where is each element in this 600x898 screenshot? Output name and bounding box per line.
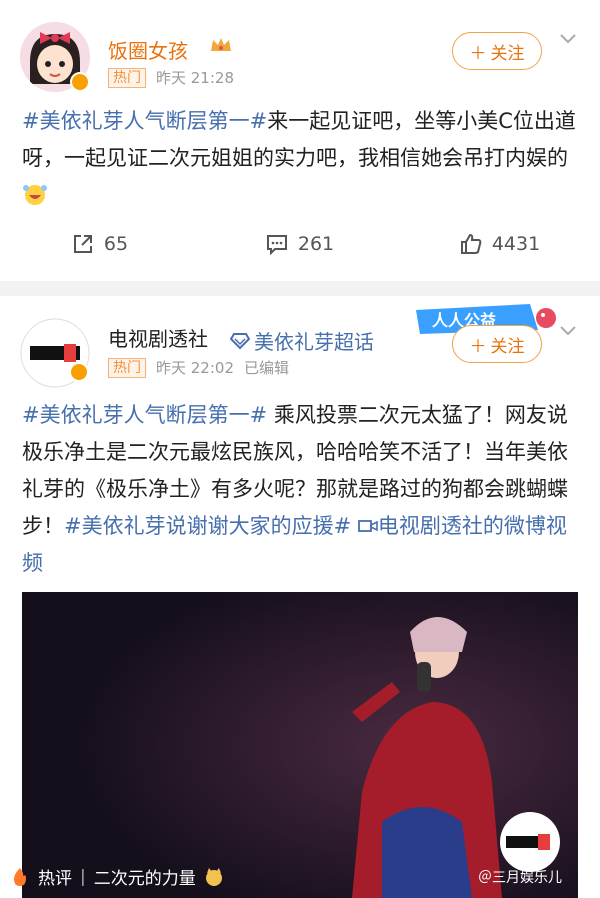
verified-badge-icon: [70, 72, 90, 92]
video-player[interactable]: [22, 592, 578, 898]
tv-drama-logo-icon: [506, 834, 550, 850]
follow-label: 关注: [490, 43, 525, 64]
source-watermark: ＠三月娱乐儿: [478, 870, 562, 886]
hot-tag: 热门: [108, 67, 146, 88]
edited-label: 已编辑: [244, 359, 290, 377]
repost-count: 65: [103, 233, 129, 255]
author-name[interactable]: 电视剧透社: [108, 323, 208, 352]
follow-label: 关注: [490, 336, 525, 357]
fire-icon: [14, 867, 26, 886]
video-frame: [22, 592, 578, 898]
thumbs-up-icon: [460, 233, 482, 254]
hot-comment-text: 二次元的力量: [93, 869, 196, 889]
weibo-post-2: 电视剧透社 美依礼芽超话 人人公益 热门 昨天 22:02 已编辑 ＋ 关注 #…: [0, 296, 600, 898]
topic-link[interactable]: #美依礼芽人气断层第一#: [22, 403, 267, 427]
video-camera-icon: [357, 520, 378, 532]
super-topic-label: 美依礼芽超话: [254, 330, 374, 354]
post-meta: 热门 昨天 21:28: [108, 67, 234, 88]
like-button[interactable]: 4431: [400, 233, 600, 255]
comment-icon: [266, 235, 287, 255]
share-icon: [73, 235, 92, 253]
weibo-post-1: 饭圈女孩 热门 昨天 21:28 ＋ 关注 #美依礼芽人气断层第一#来一起见证吧…: [0, 0, 600, 281]
hot-comment-label: 热评: [38, 869, 72, 889]
verified-badge-icon: [69, 362, 89, 382]
post-text: #美依礼芽人气断层第一# 乘风投票二次元太猛了！网友说极乐净土是二次元最炫民族风…: [22, 397, 582, 582]
diamond-icon: [230, 332, 250, 349]
follow-button[interactable]: ＋ 关注: [452, 325, 542, 363]
crown-icon: [211, 38, 231, 51]
comment-button[interactable]: 261: [200, 233, 400, 255]
topic-link-2[interactable]: #美依礼芽说谢谢大家的应援#: [64, 514, 351, 538]
follow-button[interactable]: ＋ 关注: [452, 32, 542, 70]
post-meta: 热门 昨天 22:02 已编辑: [108, 357, 289, 378]
post-time: 昨天 21:28: [156, 69, 234, 87]
like-count: 4431: [491, 233, 541, 255]
post-text: #美依礼芽人气断层第一#来一起见证吧，坐等小美C位出道呀，一起见证二次元姐姐的实…: [22, 103, 582, 214]
post-time: 昨天 22:02: [156, 359, 234, 377]
author-name[interactable]: 饭圈女孩: [108, 35, 188, 64]
topic-link[interactable]: #美依礼芽人气断层第一#: [22, 109, 267, 133]
action-bar: 65 261 4431: [0, 233, 600, 255]
repost-button[interactable]: 65: [0, 233, 200, 255]
chevron-down-icon[interactable]: [560, 326, 576, 336]
chevron-down-icon[interactable]: [560, 34, 576, 44]
separator: |: [80, 866, 86, 887]
cat-emoji-icon: [205, 867, 222, 886]
plus-icon: ＋: [469, 336, 487, 357]
hot-tag: 热门: [108, 357, 146, 378]
plus-icon: ＋: [469, 43, 487, 64]
laughing-emoji-icon: [23, 185, 47, 205]
video-hot-comment-bar: 热评 | 二次元的力量: [10, 864, 224, 889]
video-watermark-logo: [500, 812, 560, 872]
super-topic-link[interactable]: 美依礼芽超话: [230, 326, 374, 355]
comment-count: 261: [297, 233, 335, 255]
